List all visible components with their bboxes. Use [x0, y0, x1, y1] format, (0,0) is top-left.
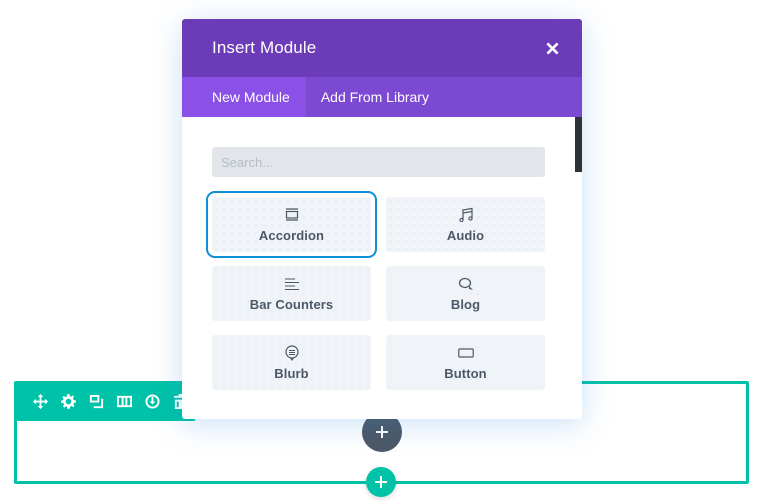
module-label: Button: [444, 366, 487, 381]
tab-new-module[interactable]: New Module: [182, 77, 306, 117]
columns-icon[interactable]: [110, 382, 138, 421]
module-label: Blurb: [274, 366, 309, 381]
button-rect-icon: [457, 344, 474, 362]
gear-icon[interactable]: [54, 382, 82, 421]
scrollbar-track[interactable]: [575, 117, 582, 419]
search-input[interactable]: [212, 147, 545, 177]
module-button[interactable]: Button: [386, 335, 545, 390]
speech-bubble-icon: [284, 344, 300, 362]
chat-bubbles-icon: [458, 275, 474, 293]
modal-title: Insert Module: [212, 38, 317, 57]
modal-header: Insert Module: [182, 19, 582, 77]
accordion-icon: [284, 206, 300, 224]
duplicate-icon[interactable]: [82, 382, 110, 421]
module-accordion[interactable]: Accordion: [206, 191, 377, 258]
insert-module-modal: Insert Module New Module Add From Librar…: [182, 19, 582, 419]
modal-tabs: New Module Add From Library: [182, 77, 582, 117]
tab-add-from-library[interactable]: Add From Library: [306, 77, 444, 117]
music-note-icon: [458, 206, 474, 224]
close-button[interactable]: [544, 40, 560, 56]
module-blurb[interactable]: Blurb: [212, 335, 371, 390]
module-audio[interactable]: Audio: [386, 197, 545, 252]
scrollbar-thumb[interactable]: [575, 117, 582, 172]
row-toolbar: [14, 382, 196, 421]
move-icon[interactable]: [26, 382, 54, 421]
bar-lines-icon: [284, 275, 300, 293]
modal-body: Accordion Audio Bar Counters Blog: [182, 117, 582, 419]
module-grid: Accordion Audio Bar Counters Blog Blurb …: [206, 191, 545, 390]
plus-icon: [375, 476, 387, 488]
module-label: Audio: [446, 228, 485, 243]
module-label: Blog: [450, 297, 481, 312]
module-label: Bar Counters: [249, 297, 334, 312]
add-row-button[interactable]: [366, 467, 396, 497]
module-bar-counters[interactable]: Bar Counters: [212, 266, 371, 321]
save-to-library-icon[interactable]: [138, 382, 166, 421]
close-icon: [545, 41, 559, 55]
module-label: Accordion: [258, 228, 325, 243]
module-blog[interactable]: Blog: [386, 266, 545, 321]
plus-icon: [376, 426, 388, 438]
